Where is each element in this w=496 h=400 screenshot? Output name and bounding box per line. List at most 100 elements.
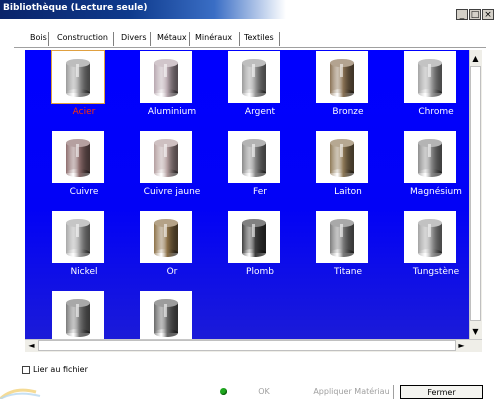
material-item[interactable] [41,291,128,339]
cylinder-icon [154,219,178,257]
cylinder-icon [154,299,178,337]
cylinder-icon [66,139,90,177]
material-thumbnail[interactable] [140,211,192,263]
cylinder-icon [242,219,266,257]
material-item[interactable]: Laiton [305,131,392,213]
material-label: Bronze [332,107,364,117]
cylinder-icon [330,139,354,177]
material-item[interactable]: Nickel [41,211,128,293]
horizontal-scroll-thumb[interactable] [38,340,456,351]
material-thumbnail[interactable] [316,131,368,183]
tab-divider [48,32,49,46]
scroll-left-icon[interactable]: ◄ [26,340,37,351]
material-label: Acier [72,107,96,117]
cylinder-icon [330,219,354,257]
material-thumbnail[interactable] [404,131,456,183]
material-thumbnail[interactable] [52,51,104,103]
material-thumbnail[interactable] [52,211,104,263]
material-item[interactable]: Argent [217,51,304,133]
material-label: Chrome [418,107,454,117]
material-item[interactable]: Bronze [305,51,392,133]
minimize-icon: _ [459,10,465,20]
material-label: Laiton [334,187,362,197]
tab-underline [14,47,486,48]
link-to-file-checkbox[interactable] [22,366,30,374]
ok-button[interactable]: OK [236,385,292,399]
material-thumbnail[interactable] [140,131,192,183]
window-title: Bibliothèque (Lecture seule) [3,3,148,13]
material-thumbnail[interactable] [228,211,280,263]
material-label: Argent [244,107,276,117]
material-label: Cuivre [69,187,99,197]
material-label: Or [166,267,178,277]
close-icon: × [484,10,492,20]
material-grid: Acier Aluminium Argent Bronze Chrome Cuivre Cu… [25,50,469,339]
cylinder-icon [330,59,354,97]
material-label: Titane [333,267,362,277]
scroll-down-icon[interactable]: ▼ [470,326,481,337]
tab-textiles[interactable]: Textiles [244,33,274,42]
tab-divers[interactable]: Divers [121,33,147,42]
title-bar[interactable]: Bibliothèque (Lecture seule) _ □ × [0,0,496,21]
cylinder-icon [66,219,90,257]
tab-divider [113,32,114,46]
cylinder-icon [154,59,178,97]
material-label: Cuivre jaune [143,187,201,197]
app-logo-icon [0,388,41,399]
maximize-button[interactable]: □ [469,9,481,20]
cylinder-icon [242,139,266,177]
cylinder-icon [418,219,442,257]
material-label: Tungstène [412,267,460,277]
apply-material-button[interactable]: Appliquer Matériau [310,385,394,399]
tab-bois[interactable]: Bois [30,33,47,42]
material-label: Nickel [70,267,98,277]
material-item[interactable] [129,291,216,339]
tab-mineraux[interactable]: Minéraux [195,33,232,42]
material-thumbnail[interactable] [316,51,368,103]
tab-metaux[interactable]: Métaux [157,33,187,42]
material-item[interactable]: Fer [217,131,304,213]
close-button-label: Fermer [425,388,458,399]
minimize-button[interactable]: _ [456,9,468,20]
material-thumbnail[interactable] [228,131,280,183]
material-thumbnail[interactable] [316,211,368,263]
maximize-icon: □ [470,10,480,20]
cylinder-icon [154,139,178,177]
material-item[interactable]: Cuivre jaune [129,131,216,213]
cylinder-icon [242,59,266,97]
cylinder-icon [418,139,442,177]
close-button[interactable]: Fermer [400,385,483,399]
tab-construction[interactable]: Construction [57,33,108,42]
material-item[interactable]: Chrome [393,51,469,133]
cylinder-icon [418,59,442,97]
material-thumbnail[interactable] [52,131,104,183]
material-label: Fer [253,187,267,197]
vertical-scroll-thumb[interactable] [470,66,481,321]
material-thumbnail[interactable] [228,51,280,103]
material-item[interactable]: Acier [41,51,128,133]
material-thumbnail[interactable] [404,51,456,103]
material-item[interactable]: Titane [305,211,392,293]
cylinder-icon [66,59,90,97]
link-to-file-label: Lier au fichier [33,365,88,374]
status-indicator-icon [220,388,227,395]
scroll-up-icon[interactable]: ▲ [470,53,481,64]
material-label: Plomb [246,267,274,277]
material-thumbnail[interactable] [140,291,192,339]
material-thumbnail[interactable] [52,291,104,339]
tab-divider [239,32,240,46]
material-thumbnail[interactable] [404,211,456,263]
tab-divider [279,32,280,46]
material-thumbnail[interactable] [140,51,192,103]
material-item[interactable]: Magnésium [393,131,469,213]
material-item[interactable]: Plomb [217,211,304,293]
close-window-button[interactable]: × [482,9,494,20]
material-item[interactable]: Or [129,211,216,293]
material-item[interactable]: Tungstène [393,211,469,293]
scroll-right-icon[interactable]: ► [456,340,467,351]
material-item[interactable]: Cuivre [41,131,128,213]
material-item[interactable]: Aluminium [129,51,216,133]
material-label: Magnésium [410,187,462,197]
material-label: Aluminium [147,107,197,117]
cylinder-icon [66,299,90,337]
